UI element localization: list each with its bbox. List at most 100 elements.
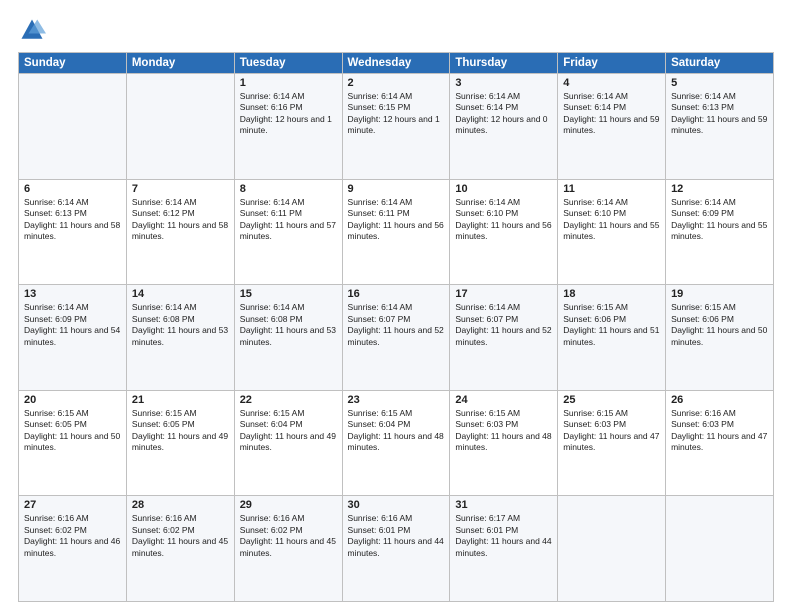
day-detail: Sunrise: 6:14 AMSunset: 6:15 PMDaylight:…	[348, 91, 445, 137]
day-detail: Sunrise: 6:14 AMSunset: 6:13 PMDaylight:…	[24, 197, 121, 243]
calendar-cell	[126, 74, 234, 180]
calendar-cell: 26Sunrise: 6:16 AMSunset: 6:03 PMDayligh…	[666, 390, 774, 496]
header-cell-tuesday: Tuesday	[234, 53, 342, 74]
day-number: 30	[348, 499, 445, 511]
calendar-cell: 5 Sunrise: 6:14 AMSunset: 6:13 PMDaylight…	[666, 74, 774, 180]
day-detail: Sunrise: 6:16 AMSunset: 6:01 PMDaylight:…	[348, 513, 445, 559]
day-detail: Sunrise: 6:16 AMSunset: 6:02 PMDaylight:…	[24, 513, 121, 559]
calendar-cell	[558, 496, 666, 602]
day-number: 15	[240, 288, 337, 300]
day-number: 10	[455, 183, 552, 195]
day-detail: Sunrise: 6:15 AMSunset: 6:03 PMDaylight:…	[455, 408, 552, 454]
week-row-2: 13 Sunrise: 6:14 AMSunset: 6:09 PMDayligh…	[19, 285, 774, 391]
day-number: 28	[132, 499, 229, 511]
day-number: 19	[671, 288, 768, 300]
calendar-cell: 29 Sunrise: 6:16 AMSunset: 6:02 PMDayligh…	[234, 496, 342, 602]
calendar-cell: 24 Sunrise: 6:15 AMSunset: 6:03 PMDayligh…	[450, 390, 558, 496]
day-number: 4	[563, 77, 660, 89]
header-cell-wednesday: Wednesday	[342, 53, 450, 74]
calendar-cell: 21 Sunrise: 6:15 AMSunset: 6:05 PMDayligh…	[126, 390, 234, 496]
day-number: 3	[455, 77, 552, 89]
calendar-cell: 17 Sunrise: 6:14 AMSunset: 6:07 PMDayligh…	[450, 285, 558, 391]
calendar-cell: 3 Sunrise: 6:14 AMSunset: 6:14 PMDaylight…	[450, 74, 558, 180]
day-number: 18	[563, 288, 660, 300]
day-number: 25	[563, 394, 660, 406]
day-detail: Sunrise: 6:15 AMSunset: 6:03 PMDaylight:…	[563, 408, 660, 454]
calendar-cell: 22 Sunrise: 6:15 AMSunset: 6:04 PMDayligh…	[234, 390, 342, 496]
day-number: 24	[455, 394, 552, 406]
week-row-4: 27 Sunrise: 6:16 AMSunset: 6:02 PMDayligh…	[19, 496, 774, 602]
calendar-cell: 1Sunrise: 6:14 AMSunset: 6:16 PMDaylight…	[234, 74, 342, 180]
calendar-cell: 18Sunrise: 6:15 AMSunset: 6:06 PMDayligh…	[558, 285, 666, 391]
day-detail: Sunrise: 6:15 AMSunset: 6:04 PMDaylight:…	[240, 408, 337, 454]
day-detail: Sunrise: 6:16 AMSunset: 6:02 PMDaylight:…	[132, 513, 229, 559]
calendar-cell: 13 Sunrise: 6:14 AMSunset: 6:09 PMDayligh…	[19, 285, 127, 391]
day-detail: Sunrise: 6:14 AMSunset: 6:13 PMDaylight:…	[671, 91, 768, 137]
header-cell-saturday: Saturday	[666, 53, 774, 74]
day-number: 7	[132, 183, 229, 195]
calendar-cell: 9Sunrise: 6:14 AMSunset: 6:11 PMDaylight…	[342, 179, 450, 285]
header-cell-sunday: Sunday	[19, 53, 127, 74]
calendar-cell: 28 Sunrise: 6:16 AMSunset: 6:02 PMDayligh…	[126, 496, 234, 602]
day-number: 23	[348, 394, 445, 406]
day-detail: Sunrise: 6:14 AMSunset: 6:14 PMDaylight:…	[455, 91, 552, 137]
calendar-cell	[19, 74, 127, 180]
day-detail: Sunrise: 6:17 AMSunset: 6:01 PMDaylight:…	[455, 513, 552, 559]
calendar-cell: 15 Sunrise: 6:14 AMSunset: 6:08 PMDayligh…	[234, 285, 342, 391]
logo-icon	[18, 16, 46, 44]
day-detail: Sunrise: 6:14 AMSunset: 6:09 PMDaylight:…	[24, 302, 121, 348]
day-number: 6	[24, 183, 121, 195]
header-row: SundayMondayTuesdayWednesdayThursdayFrid…	[19, 53, 774, 74]
day-number: 21	[132, 394, 229, 406]
calendar-cell: 4 Sunrise: 6:14 AMSunset: 6:14 PMDaylight…	[558, 74, 666, 180]
day-number: 5	[671, 77, 768, 89]
header-cell-monday: Monday	[126, 53, 234, 74]
calendar-table: SundayMondayTuesdayWednesdayThursdayFrid…	[18, 52, 774, 602]
header-cell-friday: Friday	[558, 53, 666, 74]
day-number: 2	[348, 77, 445, 89]
calendar-cell: 6 Sunrise: 6:14 AMSunset: 6:13 PMDaylight…	[19, 179, 127, 285]
calendar-cell: 8Sunrise: 6:14 AMSunset: 6:11 PMDaylight…	[234, 179, 342, 285]
day-detail: Sunrise: 6:14 AMSunset: 6:07 PMDaylight:…	[348, 302, 445, 348]
day-number: 29	[240, 499, 337, 511]
day-detail: Sunrise: 6:14 AMSunset: 6:08 PMDaylight:…	[132, 302, 229, 348]
day-number: 22	[240, 394, 337, 406]
day-detail: Sunrise: 6:16 AMSunset: 6:02 PMDaylight:…	[240, 513, 337, 559]
calendar-cell: 23Sunrise: 6:15 AMSunset: 6:04 PMDayligh…	[342, 390, 450, 496]
day-detail: Sunrise: 6:14 AMSunset: 6:14 PMDaylight:…	[563, 91, 660, 137]
day-detail: Sunrise: 6:14 AMSunset: 6:10 PMDaylight:…	[563, 197, 660, 243]
day-number: 14	[132, 288, 229, 300]
calendar-cell: 30 Sunrise: 6:16 AMSunset: 6:01 PMDayligh…	[342, 496, 450, 602]
calendar-cell: 16 Sunrise: 6:14 AMSunset: 6:07 PMDayligh…	[342, 285, 450, 391]
calendar-cell: 31 Sunrise: 6:17 AMSunset: 6:01 PMDayligh…	[450, 496, 558, 602]
calendar-cell: 27 Sunrise: 6:16 AMSunset: 6:02 PMDayligh…	[19, 496, 127, 602]
day-detail: Sunrise: 6:14 AMSunset: 6:08 PMDaylight:…	[240, 302, 337, 348]
day-detail: Sunrise: 6:14 AMSunset: 6:10 PMDaylight:…	[455, 197, 552, 243]
logo	[18, 16, 50, 44]
day-detail: Sunrise: 6:14 AMSunset: 6:12 PMDaylight:…	[132, 197, 229, 243]
day-number: 31	[455, 499, 552, 511]
calendar-cell: 2 Sunrise: 6:14 AMSunset: 6:15 PMDaylight…	[342, 74, 450, 180]
week-row-3: 20 Sunrise: 6:15 AMSunset: 6:05 PMDayligh…	[19, 390, 774, 496]
day-number: 27	[24, 499, 121, 511]
week-row-1: 6 Sunrise: 6:14 AMSunset: 6:13 PMDaylight…	[19, 179, 774, 285]
day-number: 9	[348, 183, 445, 195]
day-detail: Sunrise: 6:14 AMSunset: 6:07 PMDaylight:…	[455, 302, 552, 348]
calendar-cell: 7 Sunrise: 6:14 AMSunset: 6:12 PMDaylight…	[126, 179, 234, 285]
day-number: 20	[24, 394, 121, 406]
calendar-cell: 14 Sunrise: 6:14 AMSunset: 6:08 PMDayligh…	[126, 285, 234, 391]
calendar-cell	[666, 496, 774, 602]
day-number: 16	[348, 288, 445, 300]
day-number: 17	[455, 288, 552, 300]
day-number: 8	[240, 183, 337, 195]
day-detail: Sunrise: 6:15 AMSunset: 6:05 PMDaylight:…	[24, 408, 121, 454]
header-cell-thursday: Thursday	[450, 53, 558, 74]
day-number: 12	[671, 183, 768, 195]
header	[18, 16, 774, 44]
day-detail: Sunrise: 6:14 AMSunset: 6:16 PMDaylight:…	[240, 91, 337, 137]
day-number: 11	[563, 183, 660, 195]
day-detail: Sunrise: 6:15 AMSunset: 6:05 PMDaylight:…	[132, 408, 229, 454]
day-number: 13	[24, 288, 121, 300]
day-detail: Sunrise: 6:16 AMSunset: 6:03 PMDaylight:…	[671, 408, 768, 454]
calendar-cell: 25 Sunrise: 6:15 AMSunset: 6:03 PMDayligh…	[558, 390, 666, 496]
